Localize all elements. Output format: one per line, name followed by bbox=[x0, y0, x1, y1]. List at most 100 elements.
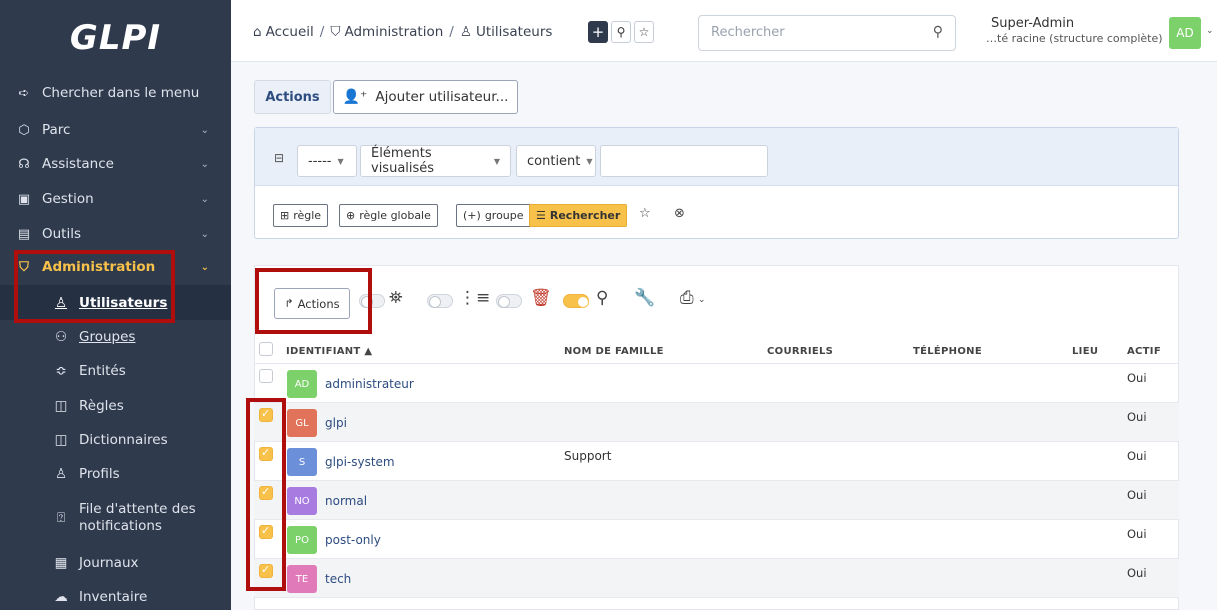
submenu-entites[interactable]: ≎ Entités bbox=[0, 354, 231, 388]
breadcrumb-home[interactable]: Accueil bbox=[266, 24, 314, 40]
user-login-link[interactable]: tech bbox=[325, 572, 351, 586]
user-login-link[interactable]: glpi-system bbox=[325, 455, 395, 469]
table-row[interactable]: PO post-only Oui bbox=[254, 520, 1179, 559]
user-login-link[interactable]: glpi bbox=[325, 416, 347, 430]
caret-down-icon: ▼ bbox=[493, 156, 500, 166]
reset-icon[interactable]: ⊗ bbox=[674, 206, 685, 221]
menu-administration[interactable]: ⛉ Administration ⌄ bbox=[0, 250, 231, 284]
collapse-icon[interactable]: ⊟ bbox=[274, 151, 284, 165]
user-entity[interactable]: …té racine (structure complète) bbox=[986, 32, 1163, 45]
global-search: ⚲ bbox=[698, 15, 956, 51]
glpi-logo[interactable]: GLPI bbox=[0, 0, 231, 76]
row-checkbox[interactable] bbox=[259, 524, 273, 539]
menu-search[interactable]: ➪ Chercher dans le menu bbox=[0, 76, 231, 110]
chevron-down-icon: ⌄ bbox=[200, 261, 209, 273]
add-global-rule-button[interactable]: ⊕ règle globale bbox=[339, 204, 438, 227]
tree-icon[interactable]: ⋮≡ bbox=[459, 288, 490, 308]
export-icon[interactable]: ⎙ bbox=[680, 288, 694, 308]
row-checkbox[interactable] bbox=[259, 446, 273, 461]
column-courriels[interactable]: COURRIELS bbox=[767, 346, 833, 357]
user-avatar[interactable]: AD bbox=[1169, 17, 1201, 49]
condition-select[interactable]: contient ▼ bbox=[516, 145, 596, 177]
global-search-input[interactable] bbox=[711, 25, 911, 40]
box-icon: ⬡ bbox=[18, 122, 30, 138]
shield-icon: ⛉ bbox=[19, 259, 29, 275]
row-checkbox[interactable] bbox=[259, 485, 273, 500]
table-row[interactable]: Sglpi-system Support Oui bbox=[254, 442, 1179, 481]
user-login-link[interactable]: normal bbox=[325, 494, 367, 508]
table-row[interactable]: GL glpi Oui bbox=[254, 403, 1179, 442]
submenu-profils[interactable]: ♙ Profils bbox=[0, 457, 231, 491]
book-icon: ◫ bbox=[54, 432, 68, 448]
tab-actions[interactable]: Actions bbox=[254, 80, 331, 114]
submenu-notifications-queue[interactable]: ⍰ File d'attente des notifications bbox=[0, 497, 231, 539]
field-select[interactable]: Éléments visualisés ▼ bbox=[360, 145, 511, 177]
add-item-button[interactable]: + bbox=[588, 21, 608, 43]
table-row[interactable]: AD administrateur Oui bbox=[254, 364, 1179, 403]
user-active: Oui bbox=[1127, 371, 1147, 385]
menu-parc[interactable]: ⬡ Parc ⌄ bbox=[0, 113, 231, 147]
search-icon[interactable]: ⚲ bbox=[596, 288, 608, 308]
menu-assistance[interactable]: ☊ Assistance ⌄ bbox=[0, 147, 231, 181]
chevron-down-icon[interactable]: ⌄ bbox=[1206, 26, 1214, 36]
submenu-groupes[interactable]: ⚇ Groupes bbox=[0, 320, 231, 354]
column-actif[interactable]: ACTIF bbox=[1127, 346, 1161, 357]
wrench-icon[interactable]: 🔧 bbox=[634, 288, 655, 308]
user-name[interactable]: Super-Admin bbox=[991, 16, 1074, 31]
trash-icon[interactable]: 🗑 bbox=[530, 288, 552, 308]
submenu-utilisateurs[interactable]: ♙ Utilisateurs bbox=[0, 285, 231, 320]
menu-gestion[interactable]: ▣ Gestion ⌄ bbox=[0, 182, 231, 216]
search-list-button[interactable]: ⚲ bbox=[611, 21, 631, 43]
user-avatar: PO bbox=[287, 526, 317, 554]
breadcrumb-administration[interactable]: Administration bbox=[344, 24, 443, 40]
star-icon[interactable]: ☆ bbox=[639, 206, 651, 221]
criteria-value-input[interactable] bbox=[600, 145, 768, 177]
select-all-checkbox[interactable] bbox=[259, 342, 273, 356]
submenu-regles[interactable]: ◫ Règles bbox=[0, 389, 231, 423]
row-checkbox[interactable] bbox=[259, 369, 273, 383]
menu-outils[interactable]: ▤ Outils ⌄ bbox=[0, 217, 231, 251]
user-check-icon: ♙ bbox=[54, 466, 68, 482]
corner-arrow-icon: ↱ bbox=[284, 297, 294, 310]
cloud-upload-icon: ☁ bbox=[54, 589, 68, 605]
user-active: Oui bbox=[1127, 566, 1147, 580]
search-icon[interactable]: ⚲ bbox=[933, 24, 943, 40]
row-checkbox[interactable] bbox=[259, 407, 273, 422]
column-identifiant[interactable]: IDENTIFIANT ▲ bbox=[286, 346, 372, 357]
search-button[interactable]: ☰ Rechercher bbox=[529, 204, 628, 227]
user-icon: ♙ bbox=[54, 294, 68, 311]
add-group-button[interactable]: (+) groupe bbox=[456, 204, 531, 227]
user-login-link[interactable]: administrateur bbox=[325, 377, 414, 391]
user-avatar: AD bbox=[287, 370, 317, 398]
trash-toggle[interactable] bbox=[496, 294, 522, 308]
column-lieu[interactable]: LIEU bbox=[1072, 346, 1098, 357]
user-avatar: TE bbox=[287, 565, 317, 593]
briefcase-icon: ▤ bbox=[17, 226, 31, 242]
submenu-dictionnaires[interactable]: ◫ Dictionnaires bbox=[0, 423, 231, 457]
user-login-link[interactable]: post-only bbox=[325, 533, 381, 547]
map-icon[interactable]: ⛯ bbox=[389, 288, 403, 308]
brackets-icon: (+) bbox=[463, 209, 481, 222]
mass-actions-button[interactable]: ↱ Actions bbox=[274, 288, 350, 319]
top-header: ⌂ Accueil / ⛉ Administration / ♙ Utilisa… bbox=[231, 0, 1217, 62]
breadcrumb-utilisateurs[interactable]: Utilisateurs bbox=[476, 24, 552, 40]
arrow-right-icon: ➪ bbox=[18, 85, 30, 101]
column-nom-de-famille[interactable]: NOM DE FAMILLE bbox=[564, 346, 664, 357]
user-active: Oui bbox=[1127, 527, 1147, 541]
chevron-down-icon[interactable]: ⌄ bbox=[698, 295, 706, 305]
tree-toggle[interactable] bbox=[427, 294, 453, 308]
row-checkbox[interactable] bbox=[259, 563, 273, 578]
bookmark-button[interactable]: ☆ bbox=[634, 21, 654, 43]
table-row[interactable]: TE tech Oui bbox=[254, 559, 1179, 598]
column-telephone[interactable]: TÉLÉPHONE bbox=[913, 346, 982, 357]
submenu-journaux[interactable]: ▦ Journaux bbox=[0, 546, 231, 580]
table-row[interactable]: NO normal Oui bbox=[254, 481, 1179, 520]
star-icon: ☆ bbox=[638, 25, 650, 39]
operator-select[interactable]: ----- ▼ bbox=[297, 145, 357, 177]
add-rule-button[interactable]: ⊞ règle bbox=[273, 204, 329, 227]
caret-down-icon: ▼ bbox=[337, 156, 344, 166]
map-toggle[interactable] bbox=[359, 294, 385, 308]
search-toggle[interactable] bbox=[563, 294, 589, 308]
add-user-button[interactable]: 👤⁺ Ajouter utilisateur... bbox=[333, 80, 518, 114]
submenu-inventaire[interactable]: ☁ Inventaire bbox=[0, 581, 231, 610]
